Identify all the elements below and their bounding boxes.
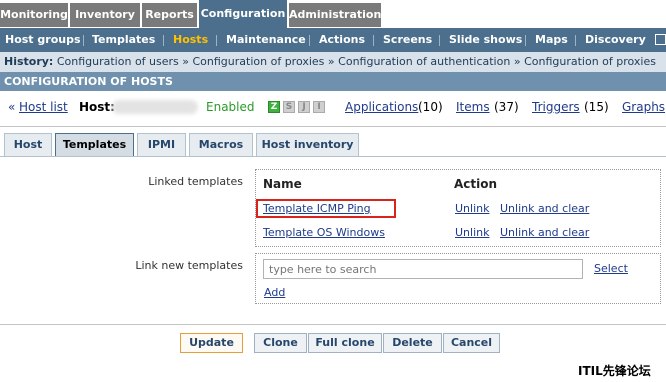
add-button[interactable]: Add [264, 286, 285, 299]
watermark: ITIL先锋论坛 [578, 364, 651, 378]
submenu-separator [575, 35, 576, 46]
column-header-action: Action [454, 177, 498, 191]
top-menu: Monitoring Inventory Reports Configurati… [0, 0, 666, 28]
submenu-separator [439, 35, 440, 46]
menu-administration[interactable]: Administration [289, 3, 381, 27]
history-item[interactable]: Configuration of proxies [193, 55, 325, 68]
history-bar: History: Configuration of users » Config… [0, 52, 666, 72]
unlink-button[interactable]: Unlink [455, 226, 489, 239]
jmx-icon: J [298, 101, 310, 113]
host-info-line: « Host list Host: Enabled Z S J I Applic… [0, 96, 666, 118]
submenu-templates[interactable]: Templates [92, 28, 155, 52]
clone-button[interactable]: Clone [254, 333, 307, 353]
select-button[interactable]: Select [594, 262, 628, 275]
status-enabled[interactable]: Enabled [206, 96, 255, 118]
submenu-separator [216, 35, 217, 46]
submenu-maintenance[interactable]: Maintenance [226, 28, 306, 52]
link-new-templates-label: Link new templates [135, 259, 243, 272]
host-label: Host: [79, 100, 115, 114]
submenu-separator [309, 35, 310, 46]
history-item[interactable]: Configuration of users [57, 55, 179, 68]
menu-configuration[interactable]: Configuration [199, 0, 287, 28]
collapse-toggle-icon[interactable] [655, 34, 666, 45]
divider [0, 126, 666, 127]
submenu-separator [163, 35, 164, 46]
history-separator: » [327, 55, 335, 68]
history-separator: » [513, 55, 521, 68]
history-item[interactable]: Configuration of proxies [524, 55, 656, 68]
templates-form [0, 157, 666, 324]
history-item[interactable]: Configuration of authentication [338, 55, 510, 68]
menu-reports[interactable]: Reports [142, 3, 197, 27]
sub-menu: Host groups Templates Hosts Maintenance … [0, 28, 666, 52]
applications-link[interactable]: Applications [345, 96, 418, 118]
snmp-icon: S [283, 101, 295, 113]
update-button[interactable]: Update [180, 333, 243, 353]
delete-button[interactable]: Delete [383, 333, 442, 353]
submenu-host-groups[interactable]: Host groups [5, 28, 81, 52]
submenu-hosts[interactable]: Hosts [173, 28, 208, 52]
submenu-separator [525, 35, 526, 46]
linked-templates-label: Linked templates [148, 175, 243, 188]
items-count: (37) [494, 100, 519, 114]
applications-count: (10) [418, 100, 443, 114]
history-label: History: [4, 55, 54, 68]
unlink-and-clear-button[interactable]: Unlink and clear [500, 202, 589, 215]
tab-host-inventory[interactable]: Host inventory [256, 133, 359, 157]
host-list-link[interactable]: Host list [19, 96, 68, 118]
submenu-maps[interactable]: Maps [535, 28, 568, 52]
template-search-input[interactable] [263, 259, 583, 279]
tab-macros[interactable]: Macros [189, 133, 253, 157]
menu-inventory[interactable]: Inventory [70, 3, 140, 27]
graphs-link[interactable]: Graphs [622, 96, 665, 118]
tab-templates[interactable]: Templates [55, 133, 134, 157]
submenu-screens[interactable]: Screens [383, 28, 432, 52]
triggers-count: (15) [584, 100, 609, 114]
full-clone-button[interactable]: Full clone [308, 333, 382, 353]
back-arrow-icon: « [8, 100, 16, 114]
history-separator: » [182, 55, 189, 68]
submenu-separator [83, 35, 84, 46]
zabbix-agent-icon: Z [268, 101, 280, 113]
template-link-os-windows[interactable]: Template OS Windows [263, 226, 385, 239]
items-link[interactable]: Items [456, 96, 490, 118]
tab-ipmi[interactable]: IPMI [137, 133, 186, 157]
page-title: CONFIGURATION OF HOSTS [0, 72, 666, 91]
cancel-button[interactable]: Cancel [443, 333, 500, 353]
highlight-box [256, 199, 396, 218]
column-header-name: Name [263, 177, 302, 191]
triggers-link[interactable]: Triggers [532, 96, 580, 118]
host-name-redacted [112, 100, 198, 114]
ipmi-icon: I [313, 101, 325, 113]
submenu-separator [373, 35, 374, 46]
submenu-actions[interactable]: Actions [319, 28, 365, 52]
tab-host[interactable]: Host [4, 133, 52, 157]
menu-monitoring[interactable]: Monitoring [0, 3, 68, 27]
submenu-discovery[interactable]: Discovery [585, 28, 646, 52]
unlink-and-clear-button[interactable]: Unlink and clear [500, 226, 589, 239]
unlink-button[interactable]: Unlink [455, 202, 489, 215]
tab-bar: Host Templates IPMI Macros Host inventor… [0, 133, 666, 157]
submenu-slide-shows[interactable]: Slide shows [449, 28, 522, 52]
